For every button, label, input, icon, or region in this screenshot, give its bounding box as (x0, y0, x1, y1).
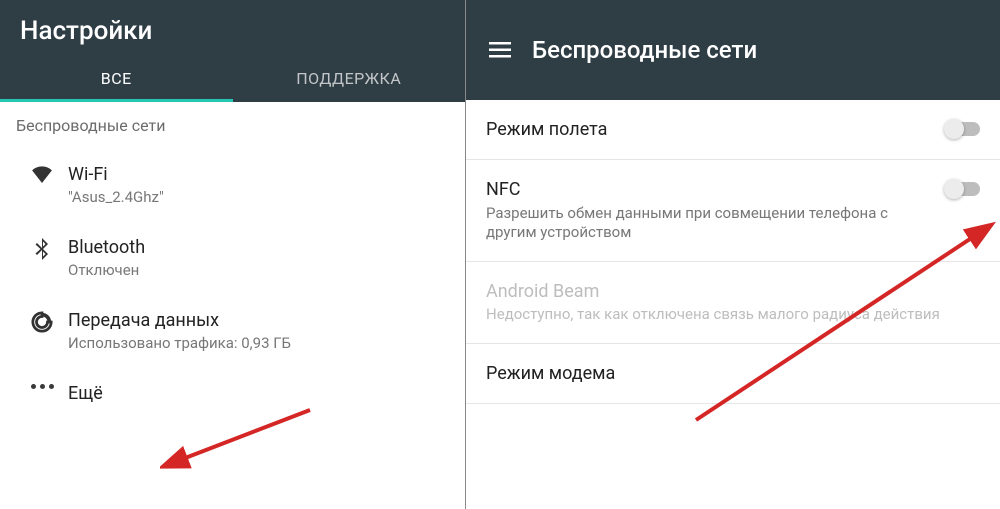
page-title: Настройки (20, 16, 445, 46)
item-tethering[interactable]: Режим модема (466, 344, 1000, 404)
bluetooth-title: Bluetooth (68, 236, 449, 259)
wireless-panel: Беспроводные сети Режим полета NFC Разре… (466, 0, 1000, 509)
nfc-title: NFC (486, 178, 934, 201)
settings-panel: Настройки ВСЕ ПОДДЕРЖКА Беспроводные сет… (0, 0, 466, 509)
item-android-beam: Android Beam Недоступно, так как отключе… (466, 262, 1000, 344)
wifi-title: Wi-Fi (68, 163, 449, 186)
beam-sub: Недоступно, так как отключена связь мало… (486, 305, 968, 325)
data-usage-icon (16, 309, 68, 333)
wifi-icon (16, 163, 68, 183)
data-title: Передача данных (68, 309, 449, 332)
menu-button[interactable] (480, 30, 520, 70)
more-icon (16, 382, 68, 389)
hamburger-icon (489, 42, 511, 58)
item-more[interactable]: Ещё (0, 368, 465, 419)
item-bluetooth[interactable]: Bluetooth Отключен (0, 222, 465, 295)
airplane-toggle[interactable] (946, 122, 980, 136)
page-title: Беспроводные сети (532, 36, 757, 64)
item-data-usage[interactable]: Передача данных Использовано трафика: 0,… (0, 295, 465, 368)
more-title: Ещё (68, 382, 449, 405)
data-sub: Использовано трафика: 0,93 ГБ (68, 334, 449, 354)
tab-all[interactable]: ВСЕ (0, 54, 233, 102)
beam-title: Android Beam (486, 280, 968, 303)
tether-title: Режим модема (486, 362, 968, 385)
bluetooth-icon (16, 236, 68, 260)
tab-support[interactable]: ПОДДЕРЖКА (233, 54, 466, 102)
item-wifi[interactable]: Wi-Fi "Asus_2.4Ghz" (0, 149, 465, 222)
nfc-sub: Разрешить обмен данными при совмещении т… (486, 204, 934, 243)
bluetooth-sub: Отключен (68, 261, 449, 281)
item-nfc[interactable]: NFC Разрешить обмен данными при совмещен… (466, 160, 1000, 261)
wifi-sub: "Asus_2.4Ghz" (68, 188, 449, 208)
header: Беспроводные сети (466, 0, 1000, 100)
airplane-title: Режим полета (486, 118, 934, 141)
header: Настройки ВСЕ ПОДДЕРЖКА (0, 0, 465, 102)
item-airplane-mode[interactable]: Режим полета (466, 100, 1000, 160)
section-wireless: Беспроводные сети (0, 102, 465, 149)
tabs: ВСЕ ПОДДЕРЖКА (0, 54, 465, 102)
nfc-toggle[interactable] (946, 182, 980, 196)
